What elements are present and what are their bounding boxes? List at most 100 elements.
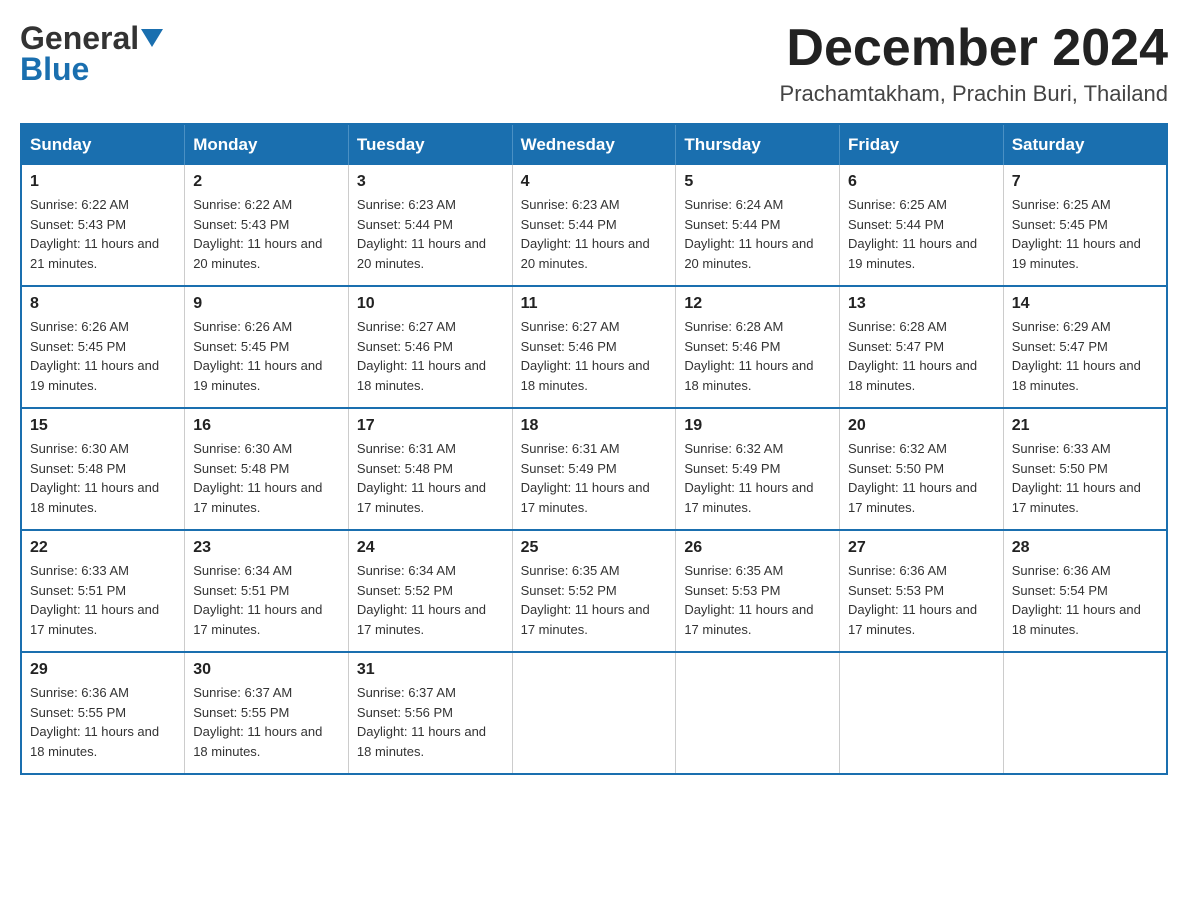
calendar-cell: 18 Sunrise: 6:31 AMSunset: 5:49 PMDaylig…	[512, 408, 676, 530]
calendar-cell: 20 Sunrise: 6:32 AMSunset: 5:50 PMDaylig…	[840, 408, 1004, 530]
day-info: Sunrise: 6:28 AMSunset: 5:46 PMDaylight:…	[684, 319, 813, 393]
day-number: 21	[1012, 417, 1158, 435]
day-info: Sunrise: 6:23 AMSunset: 5:44 PMDaylight:…	[521, 197, 650, 271]
column-header-sunday: Sunday	[21, 124, 185, 165]
day-number: 7	[1012, 173, 1158, 191]
column-header-monday: Monday	[185, 124, 349, 165]
day-number: 4	[521, 173, 668, 191]
calendar-cell: 24 Sunrise: 6:34 AMSunset: 5:52 PMDaylig…	[348, 530, 512, 652]
calendar-cell: 31 Sunrise: 6:37 AMSunset: 5:56 PMDaylig…	[348, 652, 512, 774]
calendar-cell: 27 Sunrise: 6:36 AMSunset: 5:53 PMDaylig…	[840, 530, 1004, 652]
day-info: Sunrise: 6:31 AMSunset: 5:48 PMDaylight:…	[357, 441, 486, 515]
calendar-cell	[676, 652, 840, 774]
page-header: General Blue December 2024 Prachamtakham…	[20, 20, 1168, 107]
logo: General Blue	[20, 20, 163, 88]
day-number: 5	[684, 173, 831, 191]
day-info: Sunrise: 6:26 AMSunset: 5:45 PMDaylight:…	[193, 319, 322, 393]
month-title: December 2024	[780, 20, 1168, 77]
day-number: 18	[521, 417, 668, 435]
day-number: 15	[30, 417, 176, 435]
day-info: Sunrise: 6:35 AMSunset: 5:52 PMDaylight:…	[521, 563, 650, 637]
day-info: Sunrise: 6:22 AMSunset: 5:43 PMDaylight:…	[30, 197, 159, 271]
day-info: Sunrise: 6:33 AMSunset: 5:50 PMDaylight:…	[1012, 441, 1141, 515]
calendar-cell: 1 Sunrise: 6:22 AMSunset: 5:43 PMDayligh…	[21, 165, 185, 286]
week-row-4: 22 Sunrise: 6:33 AMSunset: 5:51 PMDaylig…	[21, 530, 1167, 652]
column-header-saturday: Saturday	[1003, 124, 1167, 165]
logo-blue: Blue	[20, 51, 89, 88]
day-number: 2	[193, 173, 340, 191]
day-number: 10	[357, 295, 504, 313]
day-info: Sunrise: 6:28 AMSunset: 5:47 PMDaylight:…	[848, 319, 977, 393]
calendar-cell: 13 Sunrise: 6:28 AMSunset: 5:47 PMDaylig…	[840, 286, 1004, 408]
week-row-3: 15 Sunrise: 6:30 AMSunset: 5:48 PMDaylig…	[21, 408, 1167, 530]
calendar-cell: 28 Sunrise: 6:36 AMSunset: 5:54 PMDaylig…	[1003, 530, 1167, 652]
day-number: 12	[684, 295, 831, 313]
day-info: Sunrise: 6:22 AMSunset: 5:43 PMDaylight:…	[193, 197, 322, 271]
day-info: Sunrise: 6:23 AMSunset: 5:44 PMDaylight:…	[357, 197, 486, 271]
day-info: Sunrise: 6:27 AMSunset: 5:46 PMDaylight:…	[357, 319, 486, 393]
day-number: 22	[30, 539, 176, 557]
calendar-cell: 23 Sunrise: 6:34 AMSunset: 5:51 PMDaylig…	[185, 530, 349, 652]
day-number: 17	[357, 417, 504, 435]
calendar-cell: 14 Sunrise: 6:29 AMSunset: 5:47 PMDaylig…	[1003, 286, 1167, 408]
day-number: 28	[1012, 539, 1158, 557]
calendar-cell: 26 Sunrise: 6:35 AMSunset: 5:53 PMDaylig…	[676, 530, 840, 652]
day-info: Sunrise: 6:25 AMSunset: 5:44 PMDaylight:…	[848, 197, 977, 271]
day-info: Sunrise: 6:33 AMSunset: 5:51 PMDaylight:…	[30, 563, 159, 637]
day-number: 30	[193, 661, 340, 679]
day-number: 1	[30, 173, 176, 191]
day-info: Sunrise: 6:35 AMSunset: 5:53 PMDaylight:…	[684, 563, 813, 637]
calendar-cell: 8 Sunrise: 6:26 AMSunset: 5:45 PMDayligh…	[21, 286, 185, 408]
calendar-cell: 19 Sunrise: 6:32 AMSunset: 5:49 PMDaylig…	[676, 408, 840, 530]
calendar-cell: 4 Sunrise: 6:23 AMSunset: 5:44 PMDayligh…	[512, 165, 676, 286]
day-info: Sunrise: 6:36 AMSunset: 5:53 PMDaylight:…	[848, 563, 977, 637]
day-number: 27	[848, 539, 995, 557]
calendar-cell	[512, 652, 676, 774]
day-number: 6	[848, 173, 995, 191]
day-info: Sunrise: 6:26 AMSunset: 5:45 PMDaylight:…	[30, 319, 159, 393]
day-info: Sunrise: 6:24 AMSunset: 5:44 PMDaylight:…	[684, 197, 813, 271]
day-number: 3	[357, 173, 504, 191]
calendar-cell: 17 Sunrise: 6:31 AMSunset: 5:48 PMDaylig…	[348, 408, 512, 530]
calendar-cell: 25 Sunrise: 6:35 AMSunset: 5:52 PMDaylig…	[512, 530, 676, 652]
day-info: Sunrise: 6:29 AMSunset: 5:47 PMDaylight:…	[1012, 319, 1141, 393]
column-header-wednesday: Wednesday	[512, 124, 676, 165]
day-number: 25	[521, 539, 668, 557]
day-number: 13	[848, 295, 995, 313]
calendar-cell: 15 Sunrise: 6:30 AMSunset: 5:48 PMDaylig…	[21, 408, 185, 530]
day-info: Sunrise: 6:37 AMSunset: 5:55 PMDaylight:…	[193, 685, 322, 759]
calendar-cell: 21 Sunrise: 6:33 AMSunset: 5:50 PMDaylig…	[1003, 408, 1167, 530]
day-number: 20	[848, 417, 995, 435]
calendar-cell: 30 Sunrise: 6:37 AMSunset: 5:55 PMDaylig…	[185, 652, 349, 774]
day-number: 14	[1012, 295, 1158, 313]
day-number: 8	[30, 295, 176, 313]
calendar-cell	[1003, 652, 1167, 774]
day-info: Sunrise: 6:37 AMSunset: 5:56 PMDaylight:…	[357, 685, 486, 759]
day-number: 9	[193, 295, 340, 313]
calendar-cell: 11 Sunrise: 6:27 AMSunset: 5:46 PMDaylig…	[512, 286, 676, 408]
calendar-cell: 10 Sunrise: 6:27 AMSunset: 5:46 PMDaylig…	[348, 286, 512, 408]
day-number: 23	[193, 539, 340, 557]
title-section: December 2024 Prachamtakham, Prachin Bur…	[780, 20, 1168, 107]
day-number: 31	[357, 661, 504, 679]
week-row-2: 8 Sunrise: 6:26 AMSunset: 5:45 PMDayligh…	[21, 286, 1167, 408]
calendar-cell: 3 Sunrise: 6:23 AMSunset: 5:44 PMDayligh…	[348, 165, 512, 286]
logo-triangle-icon	[141, 29, 163, 51]
location: Prachamtakham, Prachin Buri, Thailand	[780, 81, 1168, 107]
day-info: Sunrise: 6:31 AMSunset: 5:49 PMDaylight:…	[521, 441, 650, 515]
calendar-cell: 16 Sunrise: 6:30 AMSunset: 5:48 PMDaylig…	[185, 408, 349, 530]
day-info: Sunrise: 6:32 AMSunset: 5:49 PMDaylight:…	[684, 441, 813, 515]
calendar-cell: 7 Sunrise: 6:25 AMSunset: 5:45 PMDayligh…	[1003, 165, 1167, 286]
day-number: 16	[193, 417, 340, 435]
day-info: Sunrise: 6:34 AMSunset: 5:52 PMDaylight:…	[357, 563, 486, 637]
day-number: 19	[684, 417, 831, 435]
week-row-1: 1 Sunrise: 6:22 AMSunset: 5:43 PMDayligh…	[21, 165, 1167, 286]
day-info: Sunrise: 6:25 AMSunset: 5:45 PMDaylight:…	[1012, 197, 1141, 271]
week-row-5: 29 Sunrise: 6:36 AMSunset: 5:55 PMDaylig…	[21, 652, 1167, 774]
column-header-friday: Friday	[840, 124, 1004, 165]
calendar-cell: 6 Sunrise: 6:25 AMSunset: 5:44 PMDayligh…	[840, 165, 1004, 286]
calendar-cell: 2 Sunrise: 6:22 AMSunset: 5:43 PMDayligh…	[185, 165, 349, 286]
column-header-thursday: Thursday	[676, 124, 840, 165]
calendar-cell: 9 Sunrise: 6:26 AMSunset: 5:45 PMDayligh…	[185, 286, 349, 408]
day-number: 11	[521, 295, 668, 313]
